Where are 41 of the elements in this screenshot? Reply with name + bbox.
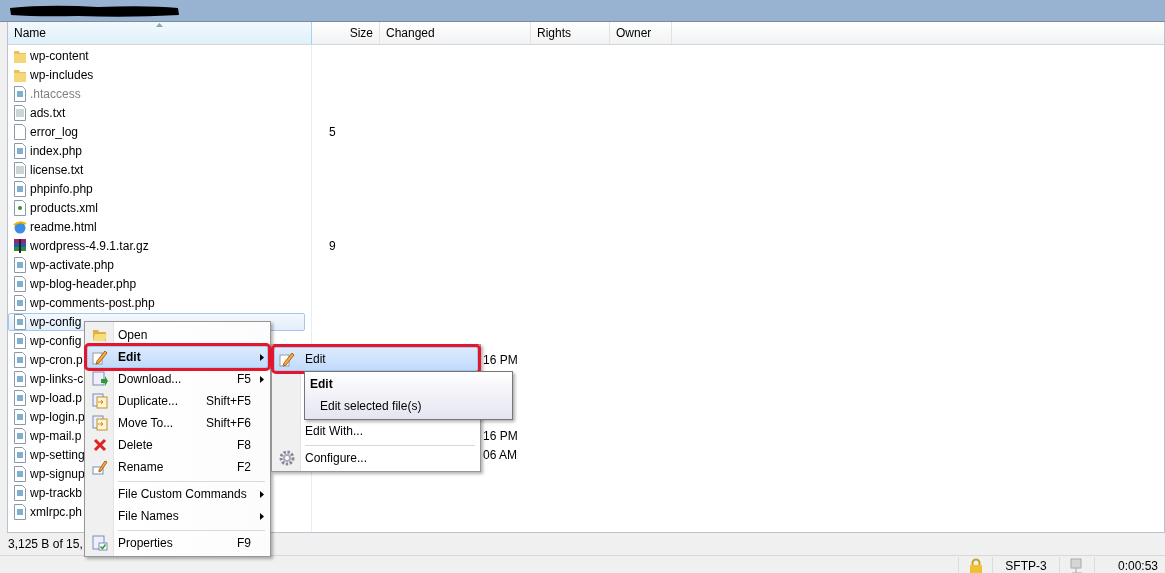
shortcut-label: Shift+F6 bbox=[205, 416, 251, 430]
file-name: ads.txt bbox=[30, 105, 66, 120]
elapsed-time: 0:00:53 bbox=[1117, 558, 1158, 573]
file-name: wp-content bbox=[30, 48, 89, 63]
file-changed: 16 PM bbox=[483, 352, 518, 367]
tooltip-text: Edit selected file(s) bbox=[320, 399, 423, 413]
file-name: .htaccess bbox=[30, 86, 81, 101]
file-name: wp-links-c bbox=[30, 371, 84, 386]
file-changed: 16 PM bbox=[483, 428, 518, 443]
file-name: wp-comments-post.php bbox=[30, 295, 155, 310]
shortcut-label: F5 bbox=[237, 372, 251, 386]
shortcut-label: Shift+F5 bbox=[205, 394, 251, 408]
file-name: wp-config bbox=[30, 333, 82, 348]
file-name: wp-includes bbox=[30, 67, 94, 82]
file-name: wp-mail.p bbox=[30, 428, 82, 443]
file-changed: 06 AM bbox=[483, 447, 518, 462]
file-name: wp-load.p bbox=[30, 390, 83, 405]
file-name: wp-signup bbox=[30, 466, 85, 481]
file-name: wp-activate.php bbox=[30, 257, 115, 272]
file-name: wp-blog-header.php bbox=[30, 276, 137, 291]
file-name: license.txt bbox=[30, 162, 84, 177]
file-name: wp-login.p bbox=[30, 409, 85, 424]
file-name: wordpress-4.9.1.tar.gz bbox=[30, 238, 149, 253]
selection-summary: 3,125 B of 15, bbox=[8, 537, 83, 551]
file-name: index.php bbox=[30, 143, 83, 158]
shortcut-label: F8 bbox=[237, 438, 251, 452]
shortcut-label: F2 bbox=[237, 460, 251, 474]
tooltip-title: Edit bbox=[310, 377, 334, 391]
shortcut-label: F9 bbox=[237, 536, 251, 550]
file-name: wp-config bbox=[30, 314, 82, 329]
file-name: products.xml bbox=[30, 200, 99, 215]
file-name: wp-trackb bbox=[30, 485, 82, 500]
file-name: phpinfo.php bbox=[30, 181, 93, 196]
file-size: 5 bbox=[329, 124, 336, 139]
file-name: error_log bbox=[30, 124, 79, 139]
file-name: wp-cron.p bbox=[30, 352, 83, 367]
file-name: wp-setting bbox=[30, 447, 85, 462]
file-name: xmlrpc.ph bbox=[30, 504, 82, 519]
file-name: readme.html bbox=[30, 219, 97, 234]
file-size: 9 bbox=[329, 238, 336, 253]
protocol-label: SFTP-3 bbox=[1005, 558, 1047, 573]
